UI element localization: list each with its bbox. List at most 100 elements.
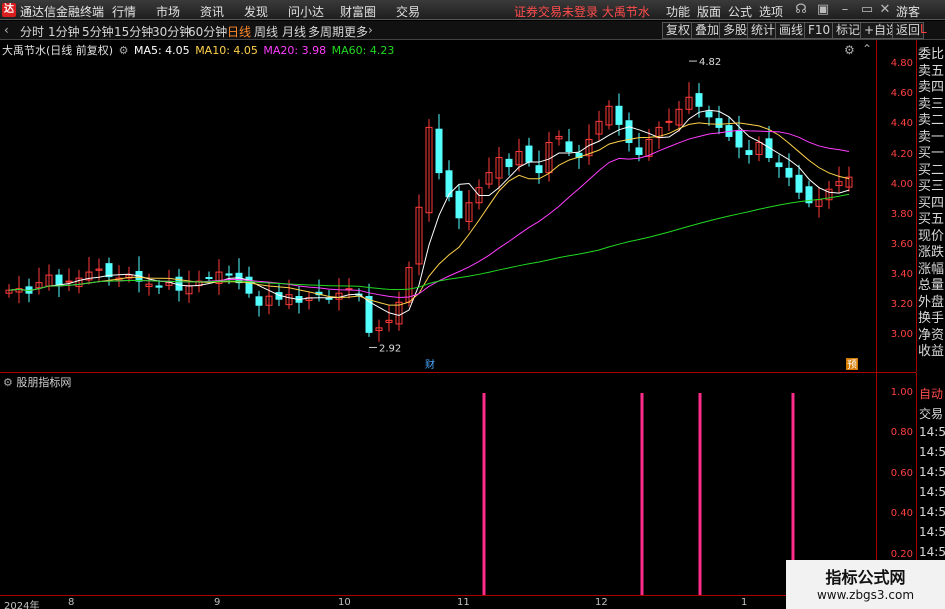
candle-body — [255, 296, 263, 306]
side-item[interactable]: 总量 — [918, 277, 944, 294]
date-label: 12 — [595, 597, 608, 608]
side-item[interactable]: 买三 — [918, 178, 944, 195]
price-label: 4.60 — [890, 88, 913, 100]
period-5min[interactable]: 5分钟 — [82, 23, 114, 40]
side-item[interactable]: 净资 — [918, 327, 944, 344]
candle-body — [775, 162, 783, 168]
indicator-chart[interactable] — [0, 373, 876, 595]
candle-body — [705, 111, 713, 118]
side-item[interactable]: 换手 — [918, 310, 944, 327]
side-item[interactable]: 委比 — [918, 46, 944, 63]
guest-label[interactable]: 游客 — [896, 3, 920, 20]
side-item[interactable]: 买一 — [918, 145, 944, 162]
indicator-label: 0.20 — [890, 548, 913, 560]
menu-gongneng[interactable]: 功能 — [666, 3, 690, 20]
menu-zixun[interactable]: 资讯 — [200, 3, 224, 20]
date-label: 11 — [457, 597, 470, 608]
forecast-event-mark[interactable]: 预 — [847, 359, 857, 371]
date-axis: 2024年 8 9 10 11 12 1 — [0, 595, 876, 609]
finance-event-mark[interactable]: 财 — [425, 358, 435, 371]
price-label: 4.20 — [890, 148, 913, 160]
period-monthly[interactable]: 月线 — [282, 23, 306, 40]
menu-shichang[interactable]: 市场 — [156, 3, 180, 20]
period-toolbar: ‹ 分时 1分钟 5分钟 15分钟 30分钟 60分钟 日线 周线 月线 多周期… — [0, 21, 945, 40]
trade-time-item[interactable]: 14:56 — [919, 445, 945, 459]
legend-gear-icon[interactable]: ⚙ — [119, 44, 129, 57]
restore-icon[interactable]: ▭ — [858, 1, 876, 18]
headset-icon[interactable]: ☊ — [792, 1, 810, 18]
collapse-chevron-icon[interactable]: ⌃ — [862, 42, 872, 56]
watermark-title: 指标公式网 — [825, 568, 906, 587]
app-logo-icon: 达 — [2, 3, 16, 17]
side-item[interactable]: 卖五 — [918, 63, 944, 80]
menu-faxian[interactable]: 发现 — [244, 3, 268, 20]
menu-gongshi[interactable]: 公式 — [728, 3, 752, 20]
side-item[interactable]: 卖二 — [918, 112, 944, 129]
trade-mode-item[interactable]: 交易 — [919, 405, 943, 422]
side-item[interactable]: 卖三 — [918, 96, 944, 113]
more-chevron-icon[interactable]: › — [368, 23, 373, 37]
skin-icon[interactable]: ▣ — [814, 1, 832, 18]
side-item[interactable]: 涨幅 — [918, 261, 944, 278]
menu-xuanxiang[interactable]: 选项 — [759, 3, 783, 20]
indicator-label: 0.60 — [890, 467, 913, 479]
side-item[interactable]: 卖四 — [918, 79, 944, 96]
trade-time-item[interactable]: 14:56 — [919, 465, 945, 479]
main-legend: 大禹节水(日线 前复权) ⚙ MA5: 4.05 MA10: 4.05 MA20… — [2, 42, 396, 58]
f10-button[interactable]: F10 — [804, 22, 835, 39]
price-label: 3.60 — [890, 238, 913, 250]
indicator-legend: ⚙ 股朋指标网 — [3, 374, 71, 390]
price-label: 4.40 — [890, 118, 913, 130]
candle-body — [615, 105, 623, 125]
minimize-icon[interactable]: – — [836, 1, 854, 18]
menu-wenxiaoda[interactable]: 问小达 — [288, 3, 324, 20]
period-60min[interactable]: 60分钟 — [188, 23, 227, 40]
settings-gear-icon[interactable]: ⚙ — [844, 43, 855, 57]
trade-time-item[interactable]: 14:56 — [919, 485, 945, 499]
candle-body — [765, 138, 773, 159]
toolbar-arrow-icon[interactable]: ‹ — [4, 23, 9, 37]
period-daily[interactable]: 日线 — [227, 23, 251, 40]
candle-body — [535, 165, 543, 174]
menu-jiaoyi[interactable]: 交易 — [396, 3, 420, 20]
period-more[interactable]: 更多 — [344, 23, 368, 40]
candle-body — [505, 158, 513, 168]
menu-hangqing[interactable]: 行情 — [112, 3, 136, 20]
side-item[interactable]: 现价 — [918, 228, 944, 245]
side-item[interactable]: 收益 — [918, 343, 944, 360]
menu-caifuquan[interactable]: 财富圈 — [340, 3, 376, 20]
candle-body — [55, 274, 63, 287]
side-item[interactable]: 买四 — [918, 195, 944, 212]
side-item[interactable]: 涨跌 — [918, 244, 944, 261]
price-label: 3.20 — [890, 299, 913, 311]
period-fenshi[interactable]: 分时 — [20, 23, 44, 40]
side-item[interactable]: 买五 — [918, 211, 944, 228]
period-multi[interactable]: 多周期 — [308, 23, 344, 40]
close-icon[interactable]: ✕ — [876, 1, 894, 18]
trade-time-item[interactable]: 14:56 — [919, 505, 945, 519]
period-15min[interactable]: 15分钟 — [114, 23, 153, 40]
indicator-label: 0.80 — [890, 427, 913, 439]
menu-bar: 达 通达信金融终端 行情 市场 资讯 发现 问小达 财富圈 交易 证券交易未登录… — [0, 0, 945, 20]
huaxian-button[interactable]: 画线 — [775, 22, 808, 39]
period-30min[interactable]: 30分钟 — [152, 23, 191, 40]
price-axis: 4.80 4.60 4.40 4.20 4.00 3.80 3.60 3.40 3.20 3.00 — [876, 40, 916, 372]
trade-time-item[interactable]: 14:56 — [919, 525, 945, 539]
trade-time-item[interactable]: 14:56 — [919, 425, 945, 439]
trade-time-item[interactable]: 14:56 — [919, 545, 945, 559]
candle-body — [525, 145, 533, 163]
side-item[interactable]: 外盘 — [918, 294, 944, 311]
trade-mode-item[interactable]: 自动 — [919, 385, 943, 402]
indicator-gear-icon[interactable]: ⚙ — [3, 376, 13, 389]
candle-body — [665, 120, 673, 123]
period-weekly[interactable]: 周线 — [254, 23, 278, 40]
watermark: 指标公式网 www.zbgs3.com — [786, 560, 945, 609]
side-item[interactable]: 买二 — [918, 162, 944, 179]
side-item[interactable]: 卖一 — [918, 129, 944, 146]
period-1min[interactable]: 1分钟 — [48, 23, 80, 40]
menu-banmian[interactable]: 版面 — [697, 3, 721, 20]
fuquan-button[interactable]: 复权 — [662, 22, 695, 39]
login-notice: 证券交易未登录 大禹节水 — [514, 5, 650, 19]
candle-body — [435, 128, 443, 174]
kline-chart[interactable]: 4.82 2.92 财 预 — [0, 40, 876, 372]
